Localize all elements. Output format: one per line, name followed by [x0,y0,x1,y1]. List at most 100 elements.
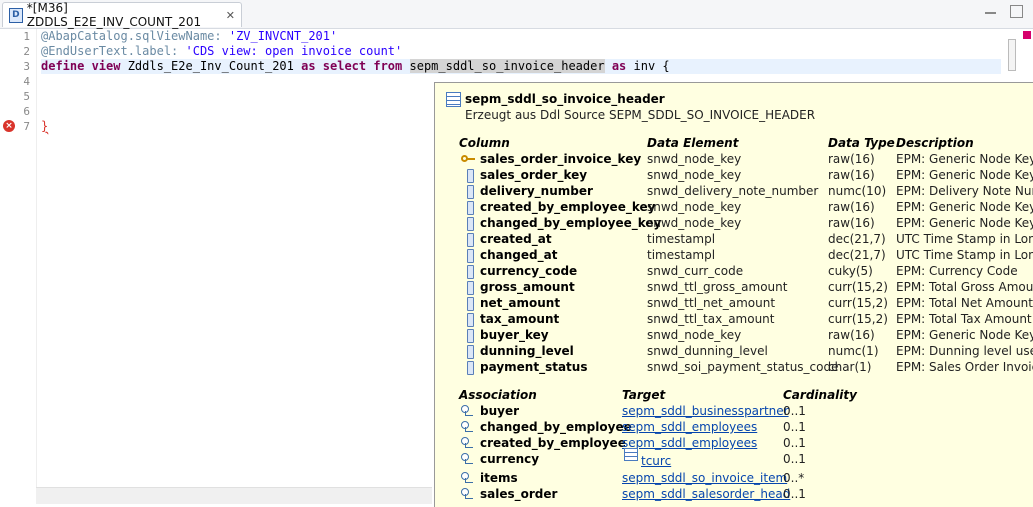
annotation: @AbapCatalog.sqlViewName: [41,29,229,43]
column-icon [467,217,474,231]
data-type: raw(16) [828,152,875,166]
table-icon [624,448,638,461]
data-element: snwd_delivery_note_number [647,184,819,198]
column-icon [467,201,474,215]
identifier: Zddls_E2e_Inv_Count_201 [120,59,302,73]
data-element: snwd_node_key [647,168,742,182]
close-icon[interactable]: ✕ [226,9,235,22]
column-description: EPM: Generic Node Key [896,168,1033,182]
association-icon [460,405,474,417]
association-name: sales_order [480,487,558,501]
line-number: 5 [23,90,30,103]
scrollbar-thumb[interactable] [1008,39,1016,71]
line-number: 4 [23,75,30,88]
column-description: EPM: Sales Order Invoice F [896,360,1033,374]
identifier: inv { [626,59,670,73]
association-name: items [480,471,518,485]
association-cardinality: 0..1 [783,436,806,450]
column-icon [467,185,474,199]
error-icon[interactable]: × [3,120,15,132]
column-description: UTC Time Stamp in Long F [896,232,1033,246]
hovered-identifier[interactable]: sepm_sddl_so_invoice_header [409,59,605,73]
association-target-link[interactable]: sepm_sddl_employees [622,436,757,450]
column-name: created_by_employee_key [480,200,656,214]
association-header: Association [459,388,537,402]
association-icon [460,421,474,433]
column-description: EPM: Generic Node Key [896,200,1033,214]
column-name: dunning_level [480,344,574,358]
line-number: 6 [23,105,30,118]
code-line[interactable]: @EndUserText.label: 'CDS view: open invo… [41,44,1001,59]
line-number: 1 [23,30,30,43]
data-element: snwd_node_key [647,328,742,342]
key-icon [461,155,475,163]
column-name: changed_at [480,248,558,262]
data-type: cuky(5) [828,264,873,278]
column-icon [467,265,474,279]
column-name: changed_by_employee_key [480,216,662,230]
data-type: curr(15,2) [828,280,888,294]
data-element-header: Data Element [647,136,739,150]
column-description: EPM: Total Net Amount [896,296,1033,310]
data-element: snwd_curr_code [647,264,744,278]
description-header: Description [896,136,974,150]
editor-tab-bar: D *[M36] ZDDLS_E2E_INV_COUNT_201 ✕ [0,0,1033,29]
association-icon [460,453,474,465]
data-type: dec(21,7) [828,232,886,246]
column-icon [467,233,474,247]
line-number-ruler: 1 2 3 4 5 6 7 × [0,29,37,489]
maximize-icon[interactable] [1010,5,1023,18]
association-name: buyer [480,404,520,418]
association-icon [460,437,474,449]
column-name: created_at [480,232,552,246]
column-description: EPM: Generic Node Key [896,216,1033,230]
code-line[interactable]: @AbapCatalog.sqlViewName: 'ZV_INVCNT_201… [41,29,1001,44]
horizontal-scrollbar[interactable] [36,487,432,504]
association-target-link[interactable]: sepm_sddl_salesorder_head [622,487,790,501]
editor-tab[interactable]: D *[M36] ZDDLS_E2E_INV_COUNT_201 ✕ [2,1,242,29]
keyword: as [611,59,627,73]
line-number: 3 [23,60,30,73]
column-description: EPM: Delivery Note Numb [896,184,1033,198]
association-target-link[interactable]: sepm_sddl_so_invoice_item [622,471,787,485]
line-number: 2 [23,45,30,58]
data-element: snwd_ttl_net_amount [647,296,776,310]
error-overview-marker[interactable] [1023,31,1031,39]
data-type: dec(21,7) [828,248,886,262]
association-icon [460,472,474,484]
association-icon [460,488,474,500]
association-cardinality: 0..1 [783,404,806,418]
table-icon [446,92,461,107]
association-cardinality: 0..1 [783,452,806,466]
column-icon [467,329,474,343]
column-description: UTC Time Stamp in Long F [896,248,1033,262]
cardinality-header: Cardinality [783,388,857,402]
data-type: raw(16) [828,168,875,182]
association-name: currency [480,452,540,466]
column-description: EPM: Dunning level used i [896,344,1033,358]
data-type: raw(16) [828,200,875,214]
column-name: payment_status [480,360,588,374]
association-name: created_by_employee [480,436,626,450]
data-element: snwd_node_key [647,200,742,214]
data-element: snwd_ttl_gross_amount [647,280,788,294]
association-target-link[interactable]: tcurc [641,454,671,468]
column-description: EPM: Generic Node Key [896,328,1033,342]
window-controls [985,5,1023,18]
association-target-link[interactable]: sepm_sddl_businesspartner [622,404,789,418]
data-type: curr(15,2) [828,296,888,310]
target-header: Target [622,388,666,402]
association-target-link[interactable]: sepm_sddl_employees [622,420,757,434]
column-description: EPM: Total Tax Amount [896,312,1032,326]
column-description: EPM: Currency Code [896,264,1018,278]
column-description: EPM: Total Gross Amount [896,280,1033,294]
code-line-current[interactable]: define view Zddls_E2e_Inv_Count_201 as s… [41,59,1001,74]
association-cardinality: 0..1 [783,420,806,434]
vertical-scrollbar[interactable] [1005,29,1017,74]
column-icon [467,345,474,359]
data-type: curr(15,2) [828,312,888,326]
data-element: timestampl [647,232,716,246]
minimize-icon[interactable] [985,5,996,14]
column-icon [467,361,474,375]
popup-title: sepm_sddl_so_invoice_header [465,92,665,106]
